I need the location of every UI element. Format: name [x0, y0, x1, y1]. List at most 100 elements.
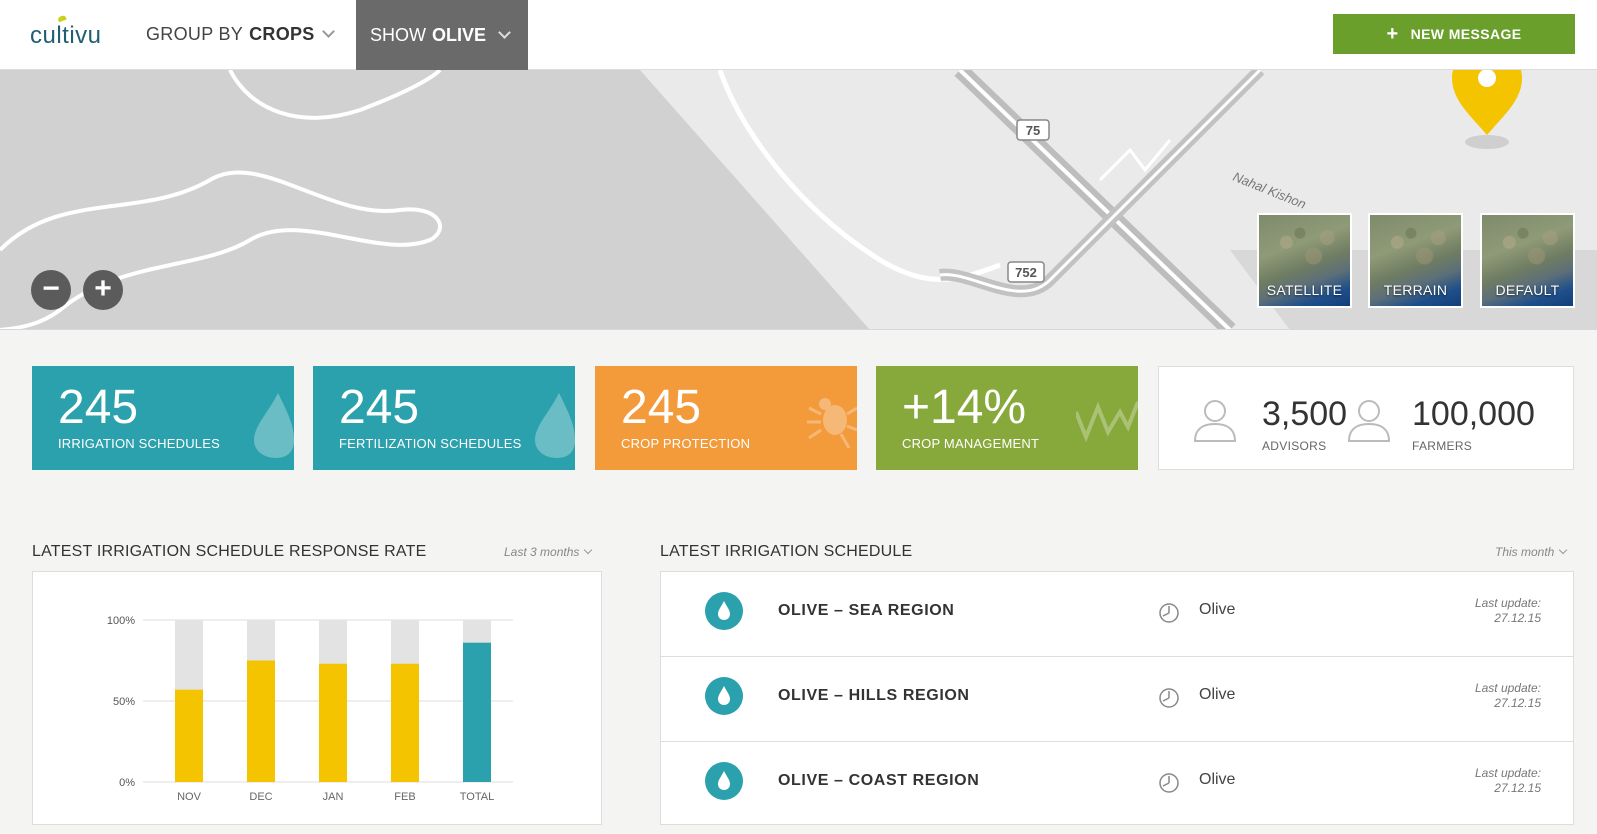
- schedule-row[interactable]: OLIVE – COAST REGION Olive Last update: …: [661, 742, 1573, 827]
- stat-value: +14%: [902, 381, 1027, 434]
- stat-label: IRRIGATION SCHEDULES: [58, 436, 220, 451]
- schedule-region: OLIVE – SEA REGION: [778, 602, 955, 619]
- place-label: Nahal Kishon: [1231, 169, 1308, 212]
- zoom-in-button[interactable]: +: [83, 270, 123, 310]
- stat-value: 245: [621, 381, 702, 434]
- water-drop-icon: [535, 393, 575, 458]
- logo-text: cultivu: [30, 22, 102, 49]
- stat-value: 245: [339, 381, 420, 434]
- chevron-down-icon: [498, 25, 511, 39]
- bug-icon: [807, 398, 857, 449]
- stat-value: 245: [58, 381, 139, 434]
- road-label-752: 752: [1015, 265, 1037, 280]
- last-update-date: 27.12.15: [1494, 696, 1541, 710]
- people-stats-card: 3,500 ADVISORS 100,000 FARMERS: [1158, 366, 1574, 470]
- group-by-value: CROPS: [249, 24, 315, 44]
- x-tick-label: FEB: [394, 791, 415, 803]
- chevron-down-icon: [1559, 545, 1568, 555]
- zoom-out-button[interactable]: −: [31, 270, 71, 310]
- stat-card-crop-protection[interactable]: 245 CROP PROTECTION: [595, 366, 857, 470]
- road-label-75: 75: [1026, 123, 1040, 138]
- filter-label: This month: [1495, 545, 1555, 559]
- last-update-date: 27.12.15: [1494, 611, 1541, 625]
- chevron-down-icon: [584, 545, 593, 555]
- chevron-down-icon: [321, 25, 335, 38]
- group-by-prefix: GROUP BY: [146, 24, 244, 44]
- filter-label: Last 3 months: [504, 545, 580, 559]
- farmers-label: FARMERS: [1412, 439, 1473, 453]
- map-view[interactable]: 75 752 Nahal Kishon − + SATELLITE TERRAI…: [0, 70, 1597, 330]
- bar: [319, 663, 347, 782]
- map-type-satellite[interactable]: SATELLITE: [1257, 213, 1352, 308]
- stat-label: CROP MANAGEMENT: [902, 436, 1040, 451]
- stat-card-crop-management[interactable]: +14% CROP MANAGEMENT: [876, 366, 1138, 470]
- map-type-terrain[interactable]: TERRAIN: [1368, 213, 1463, 308]
- map-type-label: DEFAULT: [1495, 282, 1560, 298]
- stat-label: FERTILIZATION SCHEDULES: [339, 436, 522, 451]
- response-rate-filter[interactable]: Last 3 months: [504, 545, 593, 559]
- x-tick-label: JAN: [323, 791, 344, 803]
- pulse-icon: [1076, 401, 1138, 443]
- last-update-label: Last update:: [1474, 681, 1541, 695]
- advisors-count: 3,500: [1262, 395, 1348, 433]
- water-drop-icon: [718, 686, 730, 705]
- water-drop-badge: [705, 762, 743, 800]
- last-update: Last update: 27.12.15: [1475, 766, 1541, 796]
- stat-label: CROP PROTECTION: [621, 436, 751, 451]
- y-tick-label: 100%: [107, 615, 135, 627]
- bar: [247, 660, 275, 782]
- last-update-date: 27.12.15: [1494, 781, 1541, 795]
- last-update: Last update: 27.12.15: [1475, 681, 1541, 711]
- bar: [175, 689, 203, 782]
- x-tick-label: DEC: [249, 791, 272, 803]
- y-tick-label: 0%: [119, 777, 135, 789]
- stat-card-irrigation[interactable]: 245 IRRIGATION SCHEDULES: [32, 366, 294, 470]
- new-message-label: NEW MESSAGE: [1410, 26, 1522, 42]
- last-update-label: Last update:: [1474, 596, 1541, 610]
- water-drop-icon: [718, 771, 730, 790]
- schedule-row[interactable]: OLIVE – SEA REGION Olive Last update: 27…: [661, 572, 1573, 657]
- advisors-label: ADVISORS: [1262, 439, 1327, 453]
- schedule-title: LATEST IRRIGATION SCHEDULE: [660, 543, 913, 560]
- clock-icon: [1159, 603, 1179, 623]
- last-update-label: Last update:: [1474, 766, 1541, 780]
- new-message-button[interactable]: + NEW MESSAGE: [1333, 14, 1575, 54]
- response-rate-chart: 0% 50% 100% NOV DEC JAN FEB TOTAL: [32, 571, 602, 825]
- top-header: cultivu GROUP BY CROPS SHOW OLIVE + NEW …: [0, 0, 1597, 70]
- map-type-default[interactable]: DEFAULT: [1480, 213, 1575, 308]
- bar-chart-canvas: 0% 50% 100% NOV DEC JAN FEB TOTAL: [107, 615, 513, 803]
- user-icon: [1347, 400, 1391, 442]
- stat-card-fertilization[interactable]: 245 FERTILIZATION SCHEDULES: [313, 366, 575, 470]
- cultivu-logo[interactable]: cultivu: [30, 14, 102, 50]
- schedule-crop: Olive: [1199, 601, 1236, 618]
- show-value: OLIVE: [432, 24, 487, 45]
- group-by-dropdown[interactable]: GROUP BY CROPS: [146, 24, 335, 45]
- response-rate-title: LATEST IRRIGATION SCHEDULE RESPONSE RATE: [32, 543, 427, 560]
- x-tick-label: NOV: [177, 791, 202, 803]
- water-drop-badge: [705, 592, 743, 630]
- clock-icon: [1159, 773, 1179, 793]
- water-drop-badge: [705, 677, 743, 715]
- farmers-count: 100,000: [1412, 395, 1535, 433]
- y-tick-label: 50%: [113, 696, 135, 708]
- user-icon: [1193, 400, 1237, 442]
- water-drop-icon: [718, 601, 730, 620]
- schedule-crop: Olive: [1199, 771, 1236, 788]
- show-crop-dropdown[interactable]: SHOW OLIVE: [356, 0, 528, 70]
- schedule-region: OLIVE – HILLS REGION: [778, 687, 970, 704]
- schedule-crop: Olive: [1199, 686, 1236, 703]
- x-tick-label: TOTAL: [460, 791, 494, 803]
- plus-icon: +: [1386, 22, 1399, 45]
- map-canvas: 75 752 Nahal Kishon: [0, 70, 1597, 329]
- water-drop-icon: [254, 393, 294, 458]
- schedule-filter[interactable]: This month: [1495, 545, 1568, 559]
- bar: [391, 663, 419, 782]
- last-update: Last update: 27.12.15: [1475, 596, 1541, 626]
- show-prefix: SHOW: [370, 24, 426, 45]
- schedule-row[interactable]: OLIVE – HILLS REGION Olive Last update: …: [661, 657, 1573, 742]
- clock-icon: [1159, 688, 1179, 708]
- map-type-label: SATELLITE: [1266, 282, 1343, 298]
- map-type-label: TERRAIN: [1383, 282, 1448, 298]
- schedule-region: OLIVE – COAST REGION: [778, 772, 980, 789]
- bar: [463, 642, 491, 782]
